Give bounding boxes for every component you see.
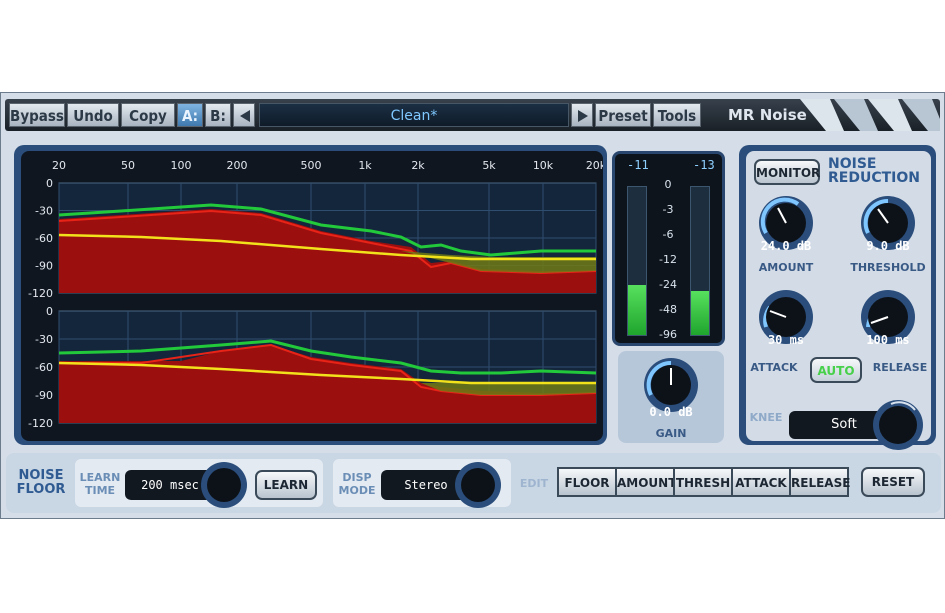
knee-knob[interactable] bbox=[871, 398, 925, 452]
amount-label: AMOUNT bbox=[758, 261, 814, 274]
db-tick-label: -30 bbox=[35, 205, 53, 218]
noise-reduction-title: NOISE REDUCTION bbox=[828, 157, 924, 185]
disp-mode-label: DISP MODE bbox=[335, 471, 379, 497]
preset-name-display[interactable]: Clean* bbox=[259, 103, 569, 127]
meter-fill-left bbox=[628, 284, 646, 335]
db-tick-label: -90 bbox=[35, 260, 53, 273]
arrow-left-icon bbox=[240, 110, 250, 122]
frequency-tick-label: 10k bbox=[533, 159, 554, 172]
db-tick-label: -90 bbox=[35, 389, 53, 402]
learn-time-label: LEARN TIME bbox=[77, 471, 123, 497]
spectrum-graph: 20 50 100 200 500 1k 2k 5k 10k 20k 0 -30 -60 -90 -120… bbox=[28, 159, 607, 430]
waves-logo bbox=[800, 99, 940, 131]
threshold-value: 9.0 dB bbox=[866, 239, 910, 253]
frequency-tick-label: 50 bbox=[121, 159, 135, 172]
edit-attack-button[interactable]: ATTACK bbox=[731, 467, 791, 497]
meter-scale-label: -6 bbox=[662, 228, 674, 241]
reset-button[interactable]: RESET bbox=[861, 467, 925, 497]
edit-amount-button[interactable]: AMOUNT bbox=[615, 467, 676, 497]
frequency-tick-label: 200 bbox=[227, 159, 248, 172]
meter-scale-label: -3 bbox=[662, 203, 674, 216]
learn-button[interactable]: LEARN bbox=[255, 470, 317, 500]
knee-label: KNEE bbox=[749, 411, 783, 424]
meter-peak-left: -11 bbox=[627, 158, 649, 172]
learn-time-label-line1: LEARN bbox=[79, 471, 121, 484]
copy-button[interactable]: Copy bbox=[121, 103, 175, 127]
noise-reduction-title-line2: REDUCTION bbox=[828, 170, 920, 186]
db-tick-label: 0 bbox=[46, 305, 53, 318]
output-meter: -11 -13 0 -3 -6 -12 -24 -48 -96 bbox=[612, 151, 725, 346]
bypass-button[interactable]: Bypass bbox=[9, 103, 65, 127]
product-name: MR Noise bbox=[728, 106, 807, 124]
meter-fill-right bbox=[691, 290, 709, 335]
learn-time-knob[interactable] bbox=[199, 460, 249, 510]
meter-scale-label: -12 bbox=[659, 253, 677, 266]
disp-mode-knob[interactable] bbox=[453, 460, 503, 510]
meter-bar-left bbox=[627, 186, 647, 336]
frequency-tick-label: 20 bbox=[52, 159, 66, 172]
undo-button[interactable]: Undo bbox=[67, 103, 119, 127]
edit-label: EDIT bbox=[519, 477, 549, 490]
gain-label: GAIN bbox=[655, 427, 687, 440]
gain-section: 0.0 dB GAIN bbox=[618, 351, 724, 443]
db-tick-label: 0 bbox=[46, 177, 53, 190]
disp-mode-label-line2: MODE bbox=[338, 484, 376, 497]
previous-preset-button[interactable] bbox=[233, 103, 255, 127]
db-tick-label: -60 bbox=[35, 232, 53, 245]
tools-button[interactable]: Tools bbox=[653, 103, 701, 127]
db-tick-label: -120 bbox=[28, 417, 53, 430]
db-tick-label: -30 bbox=[35, 333, 53, 346]
learn-time-label-line2: TIME bbox=[84, 484, 116, 497]
threshold-label: THRESHOLD bbox=[850, 261, 926, 274]
edit-buttons: FLOOR AMOUNT THRESH ATTACK RELEASE bbox=[557, 467, 850, 499]
attack-value: 30 ms bbox=[767, 333, 805, 347]
preset-button[interactable]: Preset bbox=[595, 103, 651, 127]
arrow-right-icon bbox=[578, 110, 588, 122]
meter-scale-label: -24 bbox=[659, 278, 677, 291]
meter-peak-right: -13 bbox=[693, 158, 715, 172]
disp-mode-label-line1: DISP bbox=[342, 471, 372, 484]
next-preset-button[interactable] bbox=[571, 103, 593, 127]
noise-floor-label-line1: NOISE bbox=[18, 468, 64, 483]
db-tick-label: -120 bbox=[28, 287, 53, 300]
frequency-tick-label: 2k bbox=[411, 159, 425, 172]
top-toolbar: Bypass Undo Copy A: B: Clean* Preset Too… bbox=[5, 99, 940, 131]
meter-bar-right bbox=[690, 186, 710, 336]
frequency-tick-label: 500 bbox=[301, 159, 322, 172]
noise-floor-label-line2: FLOOR bbox=[16, 482, 66, 497]
monitor-button[interactable]: MONITOR bbox=[754, 159, 820, 185]
spectrum-analyzer: 20 50 100 200 500 1k 2k 5k 10k 20k 0 -30 -60 -90 -120… bbox=[21, 151, 607, 441]
release-value: 100 ms bbox=[866, 333, 910, 347]
meter-scale-label: -96 bbox=[659, 328, 677, 341]
auto-release-button[interactable]: AUTO bbox=[810, 357, 862, 383]
a-button[interactable]: A: bbox=[177, 103, 203, 127]
edit-floor-button[interactable]: FLOOR bbox=[557, 467, 617, 497]
b-button[interactable]: B: bbox=[205, 103, 231, 127]
noise-floor-label: NOISE FLOOR bbox=[11, 469, 71, 497]
release-label: RELEASE bbox=[872, 361, 928, 374]
attack-label: ATTACK bbox=[750, 361, 798, 374]
db-tick-label: -60 bbox=[35, 361, 53, 374]
edit-thresh-button[interactable]: THRESH bbox=[673, 467, 733, 497]
frequency-tick-label: 1k bbox=[358, 159, 372, 172]
frequency-tick-label: 100 bbox=[171, 159, 192, 172]
frequency-tick-label: 20k bbox=[586, 159, 603, 172]
meter-scale-label: -48 bbox=[659, 303, 677, 316]
amount-value: 24.0 dB bbox=[760, 239, 812, 253]
mr-noise-plugin: Bypass Undo Copy A: B: Clean* Preset Too… bbox=[0, 92, 945, 519]
edit-release-button[interactable]: RELEASE bbox=[789, 467, 850, 497]
frequency-tick-label: 5k bbox=[482, 159, 496, 172]
meter-scale-label: 0 bbox=[664, 178, 672, 191]
gain-value: 0.0 dB bbox=[649, 405, 693, 419]
